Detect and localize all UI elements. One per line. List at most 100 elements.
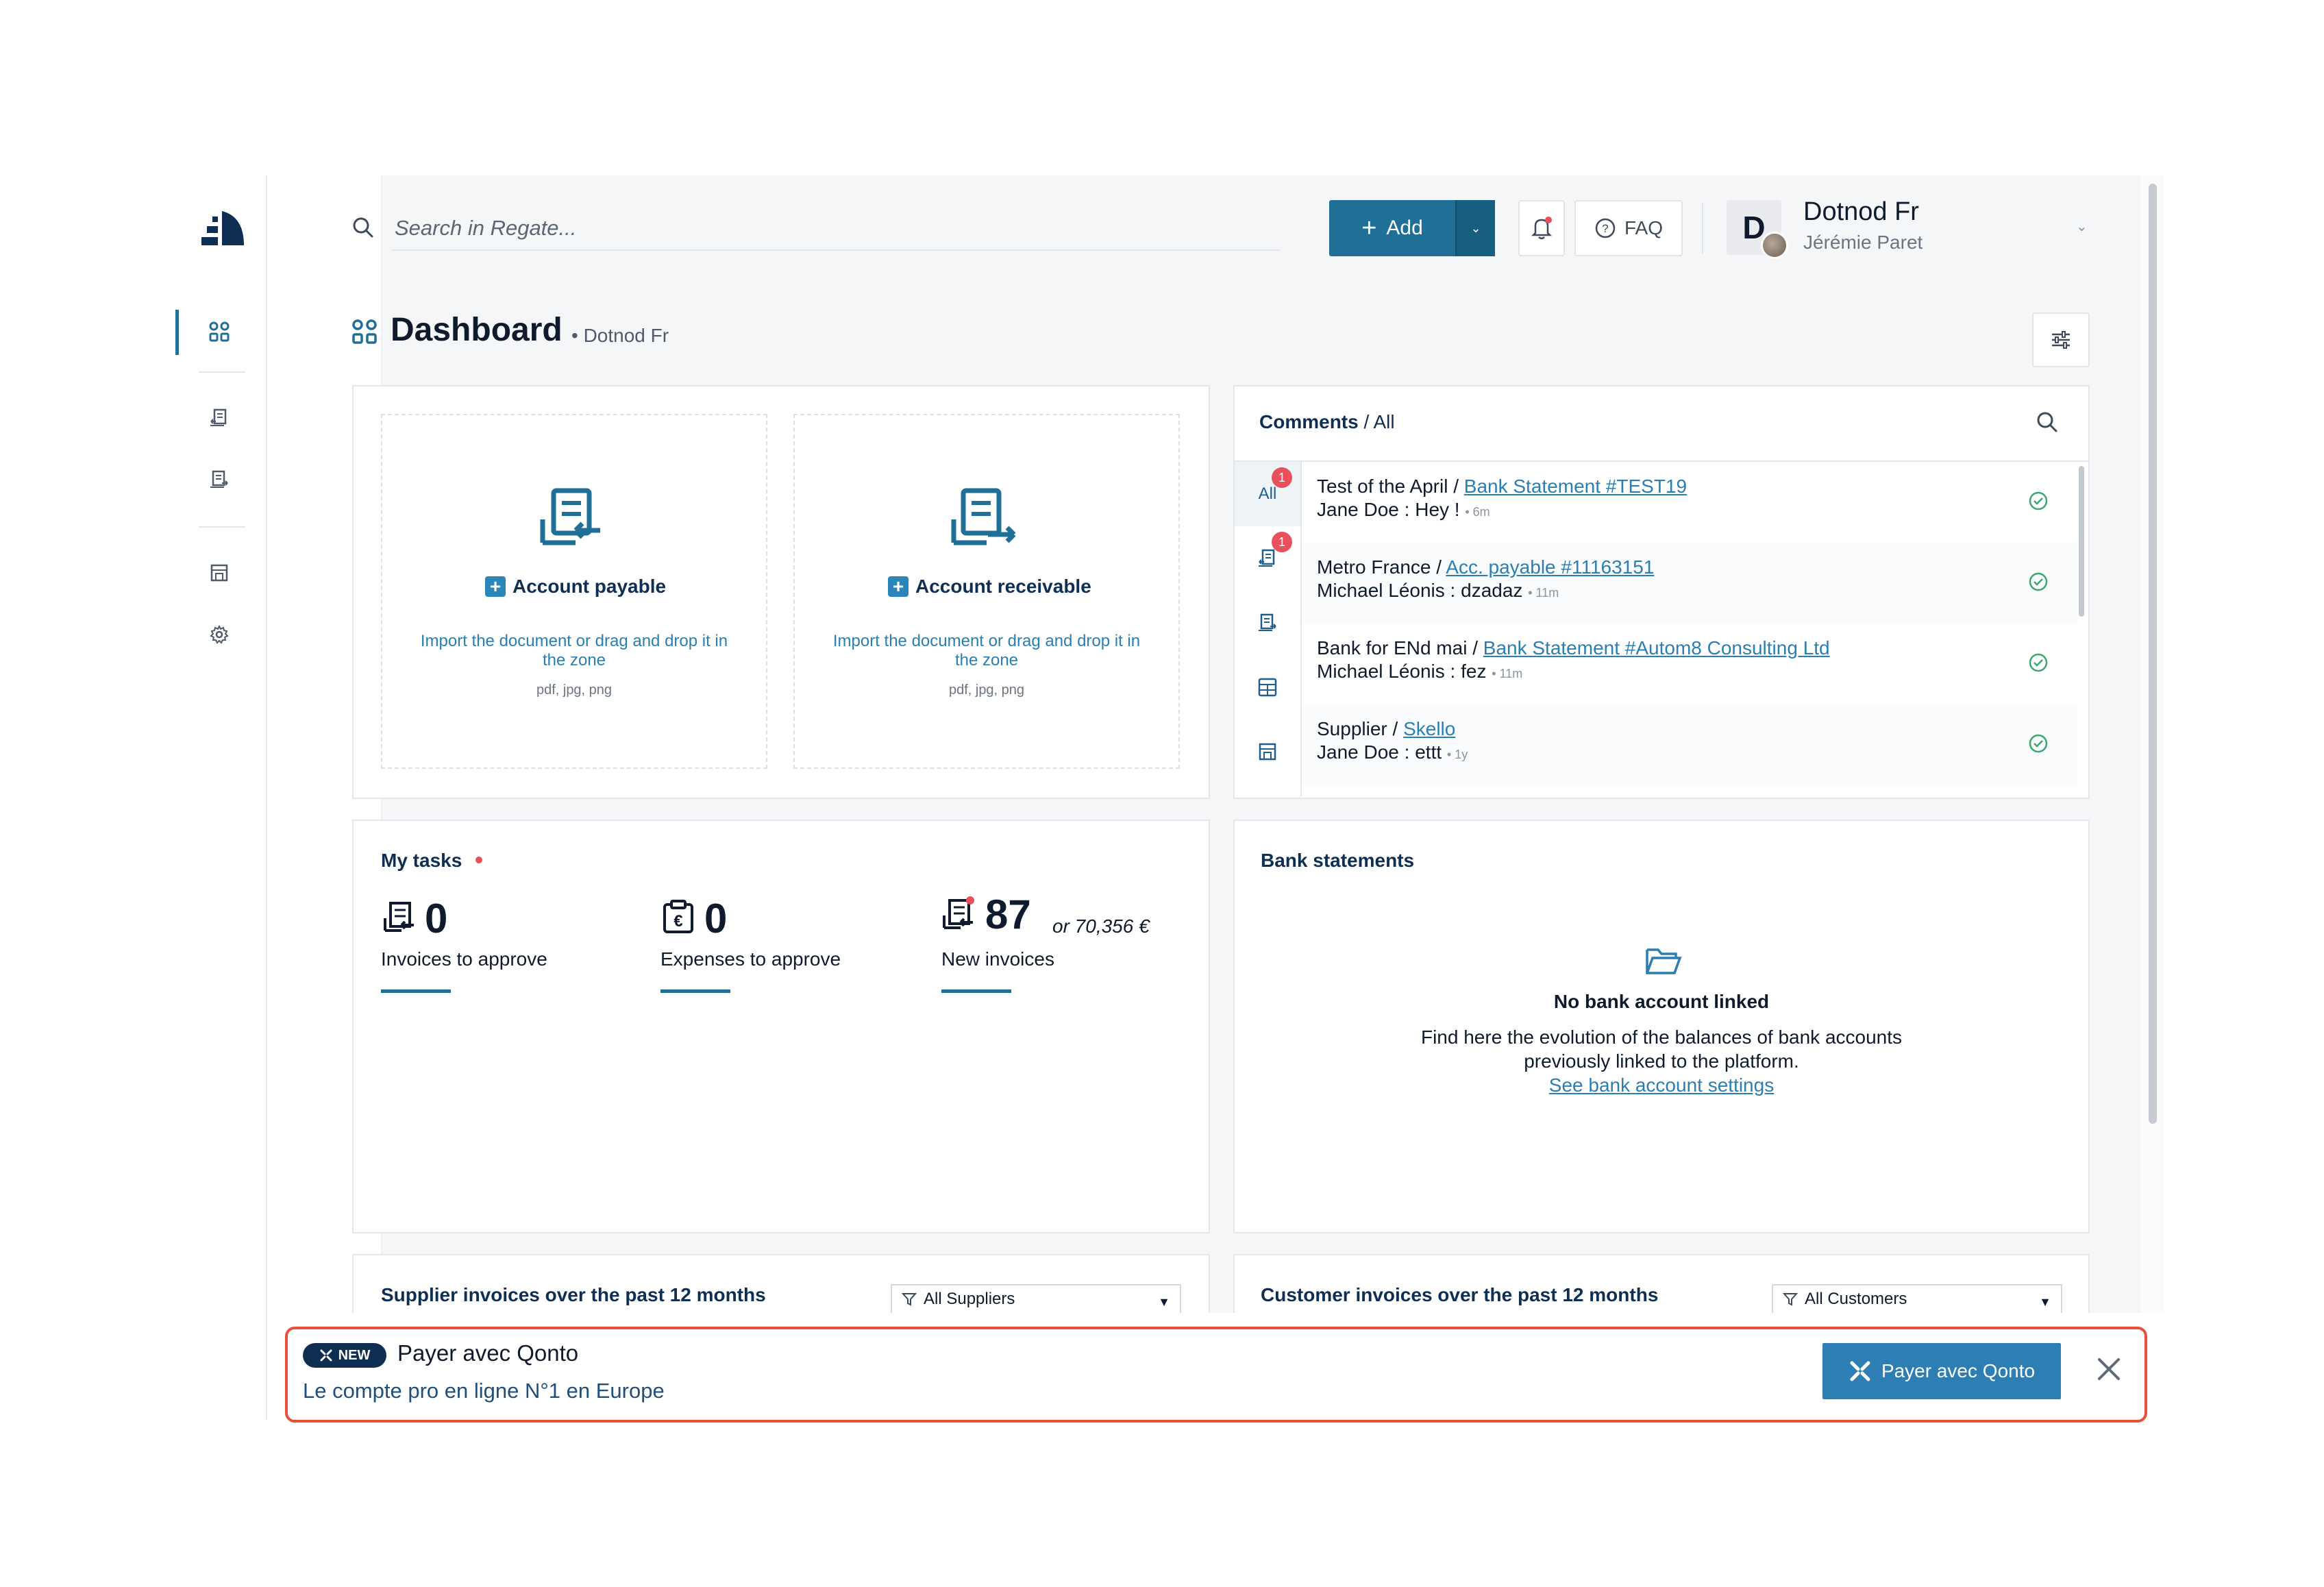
qonto-promo-banner: NEW Payer avec Qonto Le compte pro en li… [285, 1327, 2147, 1423]
comment-message: Michael Léonis : dzadaz • 11m [1317, 580, 1559, 601]
bank-icon [210, 564, 228, 582]
sidebar-item-receivables[interactable] [206, 466, 233, 493]
check-circle-icon[interactable] [2027, 732, 2050, 755]
account-receivable-label[interactable]: + Account receivable [888, 576, 1091, 598]
comments-tab-receivables[interactable] [1235, 591, 1300, 655]
comment-message: Michael Léonis : fez • 11m [1317, 661, 1523, 682]
comment-author: Michael Léonis [1317, 661, 1445, 682]
new-badge: NEW [303, 1343, 386, 1368]
comment-item[interactable]: Supplier / Skello Jane Doe : ettt • 1y [1303, 704, 2077, 785]
task-label: Invoices to approve [381, 948, 547, 970]
bank-settings-link-text[interactable]: See bank account settings [1549, 1074, 1774, 1096]
task-underline [381, 989, 451, 993]
comments-tab-statements[interactable] [1235, 655, 1300, 719]
filter-icon [902, 1293, 917, 1306]
faq-button[interactable]: ? FAQ [1574, 200, 1683, 256]
add-button[interactable]: + Add [1329, 200, 1455, 256]
comment-message: Jane Doe : Hey ! • 6m [1317, 499, 1490, 520]
comment-message: Jane Doe : ettt • 1y [1317, 741, 1468, 763]
comment-time: 1y [1455, 748, 1468, 761]
check-circle-icon[interactable] [2027, 489, 2050, 513]
supplier-filter-select[interactable]: All Suppliers ▼ [891, 1284, 1181, 1313]
sidebar-item-dashboard[interactable] [206, 318, 233, 345]
sidebar-divider [199, 371, 245, 373]
comments-tab-payables-badge: 1 [1272, 532, 1292, 552]
comment-context-label: Supplier [1317, 718, 1387, 739]
grid-table-icon [1258, 678, 1277, 697]
folder-open-icon [1646, 948, 1682, 974]
invoice-out-icon [210, 470, 228, 488]
sidebar-item-bank[interactable] [206, 559, 233, 587]
expense-receipt-icon: € [663, 900, 693, 933]
comment-text: Hey ! [1415, 499, 1460, 520]
comment-document-link[interactable]: Bank Statement #TEST19 [1464, 476, 1687, 497]
plus-icon: + [1361, 214, 1377, 243]
comment-document-link[interactable]: Bank Statement #Autom8 Consulting Ltd [1483, 637, 1830, 659]
task-underline [941, 989, 1011, 993]
receivable-formats: pdf, jpg, png [948, 682, 1025, 698]
caret-down-icon: ▼ [2039, 1295, 2051, 1309]
comments-tab-all-label: All [1258, 484, 1277, 503]
chevron-down-icon: ⌄ [1470, 221, 1481, 235]
comments-tab-bank[interactable] [1235, 719, 1300, 784]
comment-time: 11m [1499, 667, 1523, 680]
account-payable-label[interactable]: + Account payable [485, 576, 666, 598]
regate-logo[interactable] [201, 210, 245, 251]
task-count: 0 [704, 896, 728, 942]
caret-down-icon: ▼ [1158, 1295, 1170, 1309]
bank-statements-title: Bank statements [1261, 850, 1415, 871]
sidebar-item-settings[interactable] [206, 621, 233, 648]
pay-with-qonto-button[interactable]: Payer avec Qonto [1822, 1343, 2061, 1399]
bank-settings-link[interactable]: See bank account settings [1235, 1074, 2088, 1096]
comments-title: Comments [1259, 411, 1359, 432]
search-input[interactable] [392, 207, 1280, 251]
company-name[interactable]: Dotnod Fr [1803, 197, 1919, 227]
comment-author: Jane Doe [1317, 741, 1399, 763]
comment-item[interactable]: Bank for ENd mai / Bank Statement #Autom… [1303, 624, 2077, 704]
invoice-in-icon [540, 488, 600, 545]
help-circle-icon: ? [1595, 218, 1616, 238]
customer-filter-select[interactable]: All Customers ▼ [1772, 1284, 2062, 1313]
comment-context: Metro France / Acc. payable #11163151 [1317, 556, 1655, 578]
task-count: 87 [985, 891, 1031, 937]
page-title: Dashboard [391, 312, 563, 348]
page-scrollbar-thumb[interactable] [2149, 184, 2157, 1124]
comment-context: Bank for ENd mai / Bank Statement #Autom… [1317, 637, 1830, 659]
invoice-out-icon [951, 488, 1016, 545]
check-circle-icon[interactable] [2027, 570, 2050, 593]
comment-text: fez [1461, 661, 1487, 682]
bank-empty-description: Find here the evolution of the balances … [1235, 1025, 2088, 1073]
sidebar-item-payables[interactable] [206, 404, 233, 432]
dashboard-icon [209, 321, 230, 342]
close-icon[interactable] [2094, 1354, 2124, 1384]
invoice-out-icon [1259, 613, 1276, 631]
topbar-divider [1702, 203, 1703, 254]
check-circle-icon[interactable] [2027, 651, 2050, 674]
account-chevron-down-icon[interactable]: ⌄ [2076, 218, 2088, 235]
bank-empty-description-line: previously linked to the platform. [1524, 1050, 1799, 1072]
invoice-in-icon [384, 902, 414, 932]
add-button-label: Add [1386, 217, 1423, 239]
payable-formats: pdf, jpg, png [536, 682, 613, 698]
comment-context-label: Test of the April [1317, 476, 1448, 497]
bank-empty-description-line: Find here the evolution of the balances … [1420, 1026, 1903, 1048]
comment-document-link[interactable]: Skello [1403, 718, 1455, 739]
comment-document-link[interactable]: Acc. payable #11163151 [1446, 556, 1654, 578]
tasks-card [352, 820, 1210, 1233]
customize-dashboard-button[interactable] [2032, 312, 2090, 367]
new-badge-label: NEW [338, 1347, 371, 1363]
task-underline [660, 989, 730, 993]
sliders-icon [2052, 331, 2070, 349]
notifications-button[interactable] [1518, 200, 1565, 256]
comment-context-label: Metro France [1317, 556, 1431, 578]
comment-context-label: Bank for ENd mai [1317, 637, 1468, 659]
invoice-in-icon [943, 896, 974, 929]
comments-scrollbar[interactable] [2079, 466, 2084, 617]
supplier-invoices-title: Supplier invoices over the past 12 month… [381, 1284, 766, 1305]
comment-item[interactable]: Test of the April / Bank Statement #TEST… [1303, 462, 2077, 543]
comment-item[interactable]: Metro France / Acc. payable #11163151 Mi… [1303, 543, 2077, 624]
comment-context: Supplier / Skello [1317, 718, 1456, 739]
add-dropdown-button[interactable]: ⌄ [1455, 200, 1495, 256]
search-icon[interactable] [2035, 410, 2060, 434]
comment-time: 6m [1472, 505, 1490, 519]
